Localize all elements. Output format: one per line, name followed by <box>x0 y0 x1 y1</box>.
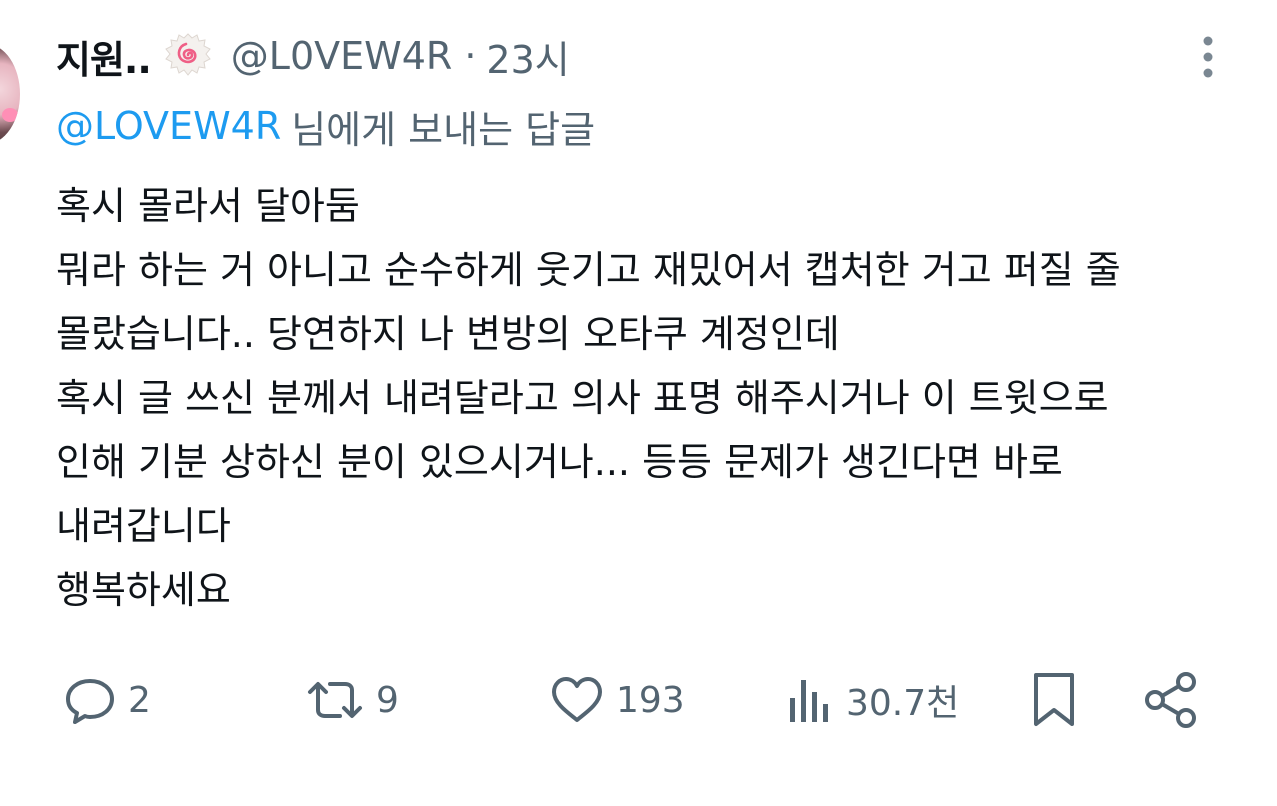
share-button[interactable] <box>1140 664 1202 736</box>
like-button[interactable]: 193 <box>548 664 685 736</box>
reply-to-handle-link[interactable]: @LOVEW4R <box>56 104 281 148</box>
tweet-header: 지원.. @L0VEW4R · 23시 <box>56 28 570 84</box>
more-vertical-icon <box>1203 36 1213 78</box>
narutomaki-icon <box>163 31 213 81</box>
views-button[interactable]: 30.7천 <box>784 664 959 736</box>
tweet-text-line: 행복하세요 <box>56 568 231 612</box>
share-icon <box>1145 672 1196 728</box>
display-name[interactable]: 지원.. <box>56 29 152 84</box>
header-separator: · <box>464 34 477 78</box>
reply-count: 2 <box>128 679 151 721</box>
reply-context: @LOVEW4R 님에게 보내는 답글 <box>56 96 595 156</box>
tweet-action-bar: 2 9 193 30.7천 <box>0 664 1277 736</box>
avatar-bow-decoration <box>2 108 18 122</box>
heart-icon <box>552 677 602 722</box>
bookmark-icon <box>1034 673 1074 726</box>
retweet-count: 9 <box>376 679 399 721</box>
avatar[interactable] <box>0 44 20 144</box>
tweet-text: 혹시 몰라서 달아둠 뭐라 하는 거 아니고 순수하게 웃기고 재밌어서 캡처한… <box>56 174 1256 622</box>
views-count: 30.7천 <box>846 683 960 724</box>
bookmark-button[interactable] <box>1026 664 1082 736</box>
retweet-icon <box>308 682 362 718</box>
comment-icon <box>66 679 114 724</box>
views-chart-icon <box>790 680 828 722</box>
more-options-button[interactable] <box>1188 32 1228 82</box>
like-count: 193 <box>616 679 685 721</box>
tweet-text-line: 몰랐습니다.. 당연하지 나 변방의 오타쿠 계정인데 <box>56 312 840 356</box>
tweet-text-line: 혹시 글 쓰신 분께서 내려달라고 의사 표명 해주시거나 이 트윗으로 <box>56 376 1109 420</box>
tweet-text-line: 내려갑니다 <box>56 504 231 548</box>
tweet-text-line: 뭐라 하는 거 아니고 순수하게 웃기고 재밌어서 캡처한 거고 퍼질 줄 <box>56 248 1121 292</box>
tweet-time[interactable]: 23시 <box>486 29 569 84</box>
tweet-text-line: 혹시 몰라서 달아둠 <box>56 184 360 228</box>
reply-to-label: 님에게 보내는 답글 <box>291 107 596 152</box>
reply-button[interactable]: 2 <box>62 664 151 736</box>
author-handle[interactable]: @L0VEW4R <box>231 34 453 78</box>
tweet-text-line: 인해 기분 상하신 분이 있으시거나... 등등 문제가 생긴다면 바로 <box>56 440 1063 484</box>
retweet-button[interactable]: 9 <box>304 664 399 736</box>
